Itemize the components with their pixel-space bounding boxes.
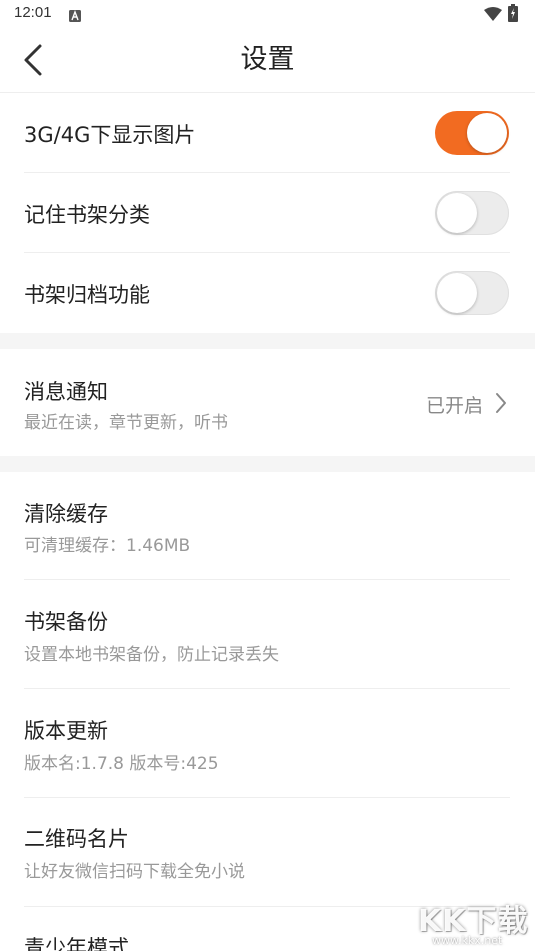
chevron-left-icon [24, 44, 42, 76]
item-title: 版本更新 [24, 719, 108, 743]
battery-charging-icon [508, 4, 518, 26]
page-title: 设置 [240, 44, 295, 75]
item-title: 青少年模式 [24, 936, 129, 951]
toggle-row-label: 记住书架分类 [24, 203, 150, 227]
watermark: KK下载 www.kkx.net [418, 896, 530, 948]
item-title: 二维码名片 [24, 827, 129, 851]
status-time: 12:01 [14, 4, 52, 21]
toggle-knob [467, 113, 507, 153]
clear-cache-row[interactable]: 清除缓存 可清理缓存：1.46MB [0, 472, 535, 579]
section-gap [0, 333, 535, 349]
shelf-archive-toggle[interactable] [435, 271, 509, 315]
item-title: 清除缓存 [24, 502, 108, 526]
a-letter-icon [69, 7, 81, 26]
toggle-row-shelf-archive: 书架归档功能 [0, 253, 535, 333]
chevron-right-icon [494, 392, 508, 418]
item-subtitle: 可清理缓存：1.46MB [24, 536, 191, 556]
notification-subtitle: 最近在读，章节更新，听书 [24, 413, 228, 433]
images-on-mobile-data-toggle[interactable] [435, 111, 509, 155]
item-subtitle: 让好友微信扫码下载全免小说 [24, 862, 245, 882]
item-subtitle: 版本名:1.7.8 版本号:425 [24, 754, 219, 774]
toggle-knob [437, 193, 477, 233]
section-gap [0, 456, 535, 472]
watermark-url: www.kkx.net [432, 934, 503, 947]
wifi-icon [484, 6, 502, 25]
toggle-row-label: 3G/4G下显示图片 [24, 123, 196, 147]
item-subtitle: 设置本地书架备份，防止记录丢失 [24, 645, 279, 665]
notification-status: 已开启 [426, 395, 484, 417]
item-title: 书架备份 [24, 610, 108, 634]
notification-settings-row[interactable]: 消息通知 最近在读，章节更新，听书 已开启 [0, 349, 535, 456]
notification-title: 消息通知 [24, 380, 108, 404]
version-update-row[interactable]: 版本更新 版本名:1.7.8 版本号:425 [0, 689, 535, 797]
shelf-backup-row[interactable]: 书架备份 设置本地书架备份，防止记录丢失 [0, 580, 535, 688]
toggle-row-images-on-mobile-data: 3G/4G下显示图片 [0, 93, 535, 173]
toggle-row-label: 书架归档功能 [24, 283, 150, 307]
remember-shelf-category-toggle[interactable] [435, 191, 509, 235]
back-button[interactable] [14, 40, 54, 80]
toggle-knob [437, 273, 477, 313]
status-bar: 12:01 [0, 0, 535, 28]
qr-code-card-row[interactable]: 二维码名片 让好友微信扫码下载全免小说 [0, 798, 535, 906]
toggle-row-remember-shelf-category: 记住书架分类 [0, 173, 535, 253]
navigation-bar: 设置 [0, 28, 535, 93]
